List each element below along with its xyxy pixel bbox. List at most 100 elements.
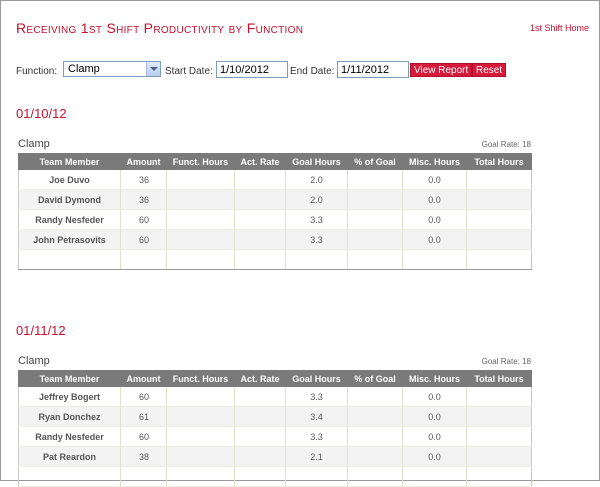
column-header[interactable]: Total Hours [466, 370, 532, 387]
productivity-table: Team Member Amount Funct. Hours Act. Rat… [18, 370, 532, 487]
report-date: 01/11/12 [16, 323, 66, 338]
column-header[interactable]: Goal Hours [285, 370, 348, 387]
column-header[interactable]: Goal Hours [285, 153, 348, 170]
empty-cell [466, 249, 532, 270]
column-header[interactable]: Total Hours [466, 153, 532, 170]
team-member-cell: Randy Nesfeder [18, 426, 121, 447]
table-total-row [18, 466, 532, 487]
end-date-input[interactable] [337, 61, 409, 78]
empty-cell [347, 249, 403, 270]
pct-goal-cell [347, 229, 403, 250]
empty-cell [285, 249, 348, 270]
function-label: Function: [16, 66, 58, 77]
goal-hours-cell: 3.3 [285, 209, 348, 230]
report-date: 01/10/12 [16, 106, 67, 121]
function-select[interactable]: Clamp [63, 61, 161, 77]
column-header[interactable]: Funct. Hours [166, 153, 235, 170]
column-header[interactable]: Misc. Hours [402, 153, 467, 170]
table-total-row [18, 249, 532, 270]
chevron-down-icon[interactable] [146, 62, 160, 76]
empty-cell [120, 249, 167, 270]
empty-cell [120, 466, 167, 487]
column-header[interactable]: % of Goal [347, 370, 403, 387]
funct-hours-cell [166, 189, 235, 210]
pct-goal-cell [347, 426, 403, 447]
goal-hours-cell: 3.3 [285, 386, 348, 407]
column-header[interactable]: Amount [120, 153, 167, 170]
table-row: Pat Reardon 38 2.1 0.0 [18, 446, 532, 467]
table-row: Ryan Donchez 61 3.4 0.0 [18, 406, 532, 427]
table-row: Randy Nesfeder 60 3.3 0.0 [18, 426, 532, 447]
misc-hours-cell: 0.0 [402, 386, 467, 407]
empty-cell [166, 466, 235, 487]
funct-hours-cell [166, 406, 235, 427]
goal-hours-cell: 3.3 [285, 229, 348, 250]
team-member-cell: John Petrasovits [18, 229, 121, 250]
team-member-cell: Jeffrey Bogert [18, 386, 121, 407]
team-member-cell: David Dymond [18, 189, 121, 210]
goal-hours-cell: 2.0 [285, 169, 348, 190]
table-row: Randy Nesfeder 60 3.3 0.0 [18, 209, 532, 230]
total-hours-cell [466, 169, 532, 190]
empty-cell [285, 466, 348, 487]
function-select-value: Clamp [68, 63, 100, 75]
table-header-row: Team Member Amount Funct. Hours Act. Rat… [18, 370, 532, 387]
amount-cell: 36 [120, 189, 167, 210]
total-hours-cell [466, 229, 532, 250]
total-hours-cell [466, 406, 532, 427]
pct-goal-cell [347, 386, 403, 407]
empty-cell [234, 466, 286, 487]
empty-cell [466, 466, 532, 487]
column-header[interactable]: Act. Rate [234, 370, 286, 387]
amount-cell: 60 [120, 386, 167, 407]
team-member-cell: Randy Nesfeder [18, 209, 121, 230]
total-hours-cell [466, 209, 532, 230]
misc-hours-cell: 0.0 [402, 169, 467, 190]
start-date-input[interactable] [216, 61, 288, 78]
function-name: Clamp [18, 355, 50, 367]
column-header[interactable]: Amount [120, 370, 167, 387]
act-rate-cell [234, 406, 286, 427]
total-hours-cell [466, 446, 532, 467]
misc-hours-cell: 0.0 [402, 406, 467, 427]
empty-cell [402, 249, 467, 270]
column-header[interactable]: Funct. Hours [166, 370, 235, 387]
funct-hours-cell [166, 229, 235, 250]
funct-hours-cell [166, 209, 235, 230]
empty-cell [347, 466, 403, 487]
act-rate-cell [234, 426, 286, 447]
act-rate-cell [234, 209, 286, 230]
end-date-label: End Date: [290, 66, 335, 77]
act-rate-cell [234, 189, 286, 210]
empty-cell [18, 249, 121, 270]
empty-cell [402, 466, 467, 487]
misc-hours-cell: 0.0 [402, 229, 467, 250]
amount-cell: 60 [120, 229, 167, 250]
page-title: Receiving 1st Shift Productivity by Func… [16, 20, 304, 36]
total-hours-cell [466, 426, 532, 447]
column-header[interactable]: Act. Rate [234, 153, 286, 170]
column-header[interactable]: Misc. Hours [402, 370, 467, 387]
reset-button[interactable]: Reset [472, 63, 507, 77]
misc-hours-cell: 0.0 [402, 426, 467, 447]
pct-goal-cell [347, 169, 403, 190]
amount-cell: 60 [120, 426, 167, 447]
home-link[interactable]: 1st Shift Home [530, 23, 589, 33]
misc-hours-cell: 0.0 [402, 189, 467, 210]
column-header[interactable]: Team Member [18, 153, 121, 170]
function-section-header: Clamp Goal Rate: 18 [18, 355, 531, 369]
table-row: David Dymond 36 2.0 0.0 [18, 189, 532, 210]
column-header[interactable]: % of Goal [347, 153, 403, 170]
misc-hours-cell: 0.0 [402, 209, 467, 230]
pct-goal-cell [347, 209, 403, 230]
pct-goal-cell [347, 446, 403, 467]
column-header[interactable]: Team Member [18, 370, 121, 387]
table-header-row: Team Member Amount Funct. Hours Act. Rat… [18, 153, 532, 170]
goal-rate: Goal Rate: 18 [481, 140, 531, 149]
empty-cell [234, 249, 286, 270]
pct-goal-cell [347, 406, 403, 427]
view-report-button[interactable]: View Report [410, 63, 473, 77]
funct-hours-cell [166, 426, 235, 447]
team-member-cell: Joe Duvo [18, 169, 121, 190]
function-section-header: Clamp Goal Rate: 18 [18, 138, 531, 152]
